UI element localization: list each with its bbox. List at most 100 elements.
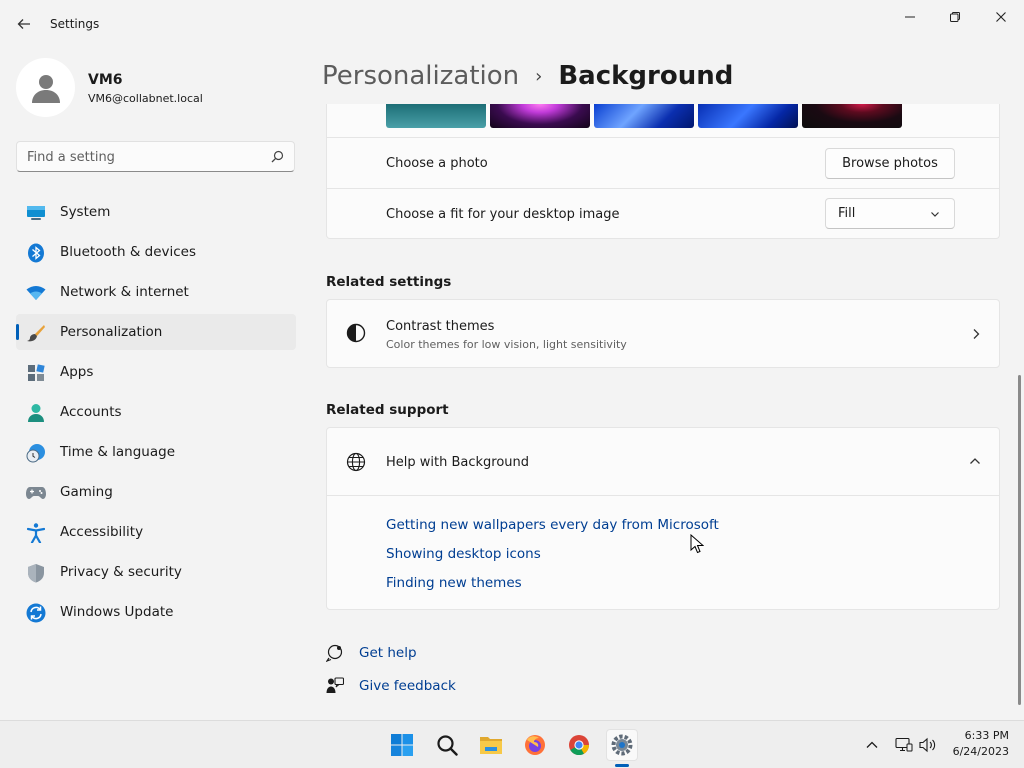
volume-tray-button[interactable] bbox=[918, 735, 938, 755]
show-hidden-icons-button[interactable] bbox=[862, 735, 882, 755]
recent-image-thumbnail[interactable] bbox=[490, 104, 590, 128]
speaker-icon bbox=[919, 737, 936, 753]
recent-image-thumbnail[interactable] bbox=[698, 104, 798, 128]
person-avatar-icon bbox=[31, 74, 60, 103]
related-support-heading: Related support bbox=[326, 402, 449, 418]
feedback-icon bbox=[326, 677, 344, 693]
taskbar-clock[interactable]: 6:33 PM 6/24/2023 bbox=[945, 728, 1009, 760]
help-with-background-header[interactable]: Help with Background bbox=[327, 428, 999, 495]
chrome-button[interactable] bbox=[563, 729, 595, 761]
file-explorer-icon bbox=[480, 737, 502, 754]
sidebar-item-accounts[interactable]: Accounts bbox=[16, 394, 296, 430]
choose-photo-label: Choose a photo bbox=[386, 156, 488, 171]
sidebar-item-label: Apps bbox=[60, 364, 94, 380]
minimize-icon bbox=[905, 16, 915, 18]
help-link-themes[interactable]: Finding new themes bbox=[386, 575, 522, 591]
help-link-desktop-icons[interactable]: Showing desktop icons bbox=[386, 546, 541, 562]
background-settings-card: Choose a photo Browse photos Choose a fi… bbox=[326, 104, 1000, 239]
sidebar-item-network[interactable]: Network & internet bbox=[16, 274, 296, 310]
help-link-wallpapers[interactable]: Getting new wallpapers every day from Mi… bbox=[386, 517, 719, 533]
chevron-up-icon bbox=[866, 741, 878, 748]
mouse-cursor-icon bbox=[690, 534, 704, 554]
get-help-link[interactable]: Get help bbox=[359, 645, 417, 661]
firefox-icon bbox=[525, 735, 545, 755]
sidebar-item-gaming[interactable]: Gaming bbox=[16, 474, 296, 510]
update-icon bbox=[26, 603, 46, 623]
taskbar: 6:33 PM 6/24/2023 bbox=[0, 720, 1024, 768]
get-help-icon bbox=[326, 644, 343, 662]
start-button[interactable] bbox=[386, 729, 418, 761]
give-feedback-link[interactable]: Give feedback bbox=[359, 678, 456, 694]
sidebar-item-label: Bluetooth & devices bbox=[60, 244, 197, 260]
back-button[interactable] bbox=[12, 12, 36, 36]
fit-label: Choose a fit for your desktop image bbox=[386, 207, 620, 222]
title-bar: Settings bbox=[0, 0, 1024, 48]
sidebar-item-label: Windows Update bbox=[60, 604, 174, 620]
settings-icon bbox=[611, 734, 633, 756]
active-app-indicator bbox=[615, 764, 629, 767]
close-button[interactable] bbox=[978, 6, 1024, 28]
sidebar-item-bluetooth[interactable]: Bluetooth & devices bbox=[16, 234, 296, 270]
recent-image-thumbnail[interactable] bbox=[594, 104, 694, 128]
browse-photos-button[interactable]: Browse photos bbox=[825, 148, 955, 179]
sidebar-item-label: Accounts bbox=[60, 404, 122, 420]
sidebar-item-system[interactable]: System bbox=[16, 194, 296, 230]
page-title: Background bbox=[558, 61, 734, 91]
sidebar-item-windows-update[interactable]: Windows Update bbox=[16, 594, 296, 630]
contrast-themes-row[interactable]: Contrast themes Color themes for low vis… bbox=[326, 299, 1000, 368]
network-tray-button[interactable] bbox=[894, 735, 914, 755]
sidebar-item-accessibility[interactable]: Accessibility bbox=[16, 514, 296, 550]
breadcrumb-separator: › bbox=[535, 65, 543, 87]
chevron-down-icon bbox=[931, 212, 939, 217]
user-profile[interactable]: VM6 VM6@collabnet.local bbox=[16, 58, 296, 118]
paintbrush-icon bbox=[26, 323, 46, 343]
firefox-button[interactable] bbox=[519, 729, 551, 761]
app-title: Settings bbox=[50, 17, 100, 31]
breadcrumb-parent[interactable]: Personalization bbox=[322, 61, 519, 91]
shield-icon bbox=[26, 563, 46, 583]
user-email: VM6@collabnet.local bbox=[88, 92, 203, 105]
chevron-right-icon bbox=[973, 329, 980, 339]
accessibility-icon bbox=[26, 523, 46, 543]
contrast-themes-subtitle: Color themes for low vision, light sensi… bbox=[386, 338, 627, 351]
chevron-up-icon bbox=[970, 458, 980, 464]
windows-start-icon bbox=[391, 734, 413, 756]
minimize-button[interactable] bbox=[887, 6, 933, 28]
sidebar-item-privacy-security[interactable]: Privacy & security bbox=[16, 554, 296, 590]
scrollbar[interactable] bbox=[1018, 375, 1021, 705]
person-icon bbox=[26, 403, 46, 423]
recent-image-thumbnail[interactable] bbox=[802, 104, 902, 128]
divider bbox=[327, 137, 999, 138]
search-box[interactable] bbox=[16, 141, 295, 172]
divider bbox=[327, 495, 999, 496]
settings-taskbar-button[interactable] bbox=[606, 729, 638, 761]
sidebar-item-time-language[interactable]: Time & language bbox=[16, 434, 296, 470]
sidebar-item-label: Network & internet bbox=[60, 284, 189, 300]
fit-value: Fill bbox=[838, 206, 856, 221]
globe-clock-icon bbox=[26, 443, 46, 463]
help-with-background-title: Help with Background bbox=[386, 455, 530, 470]
search-icon bbox=[437, 735, 458, 756]
bluetooth-icon bbox=[26, 243, 46, 263]
sidebar-item-label: System bbox=[60, 204, 111, 220]
sidebar-item-label: Privacy & security bbox=[60, 564, 182, 580]
fit-dropdown[interactable]: Fill bbox=[825, 198, 955, 229]
contrast-themes-title: Contrast themes bbox=[386, 319, 495, 334]
clock-time: 6:33 PM bbox=[964, 729, 1009, 742]
restore-button[interactable] bbox=[932, 6, 978, 28]
recent-image-thumbnail[interactable] bbox=[386, 104, 486, 128]
sidebar-item-apps[interactable]: Apps bbox=[16, 354, 296, 390]
chrome-icon bbox=[569, 735, 590, 756]
close-icon bbox=[996, 12, 1006, 22]
taskbar-search-button[interactable] bbox=[431, 729, 463, 761]
sidebar-item-label: Personalization bbox=[60, 324, 163, 340]
divider bbox=[327, 188, 999, 189]
help-with-background-card: Help with Background Getting new wallpap… bbox=[326, 427, 1000, 610]
sidebar-item-personalization[interactable]: Personalization bbox=[16, 314, 296, 350]
file-explorer-button[interactable] bbox=[475, 729, 507, 761]
sidebar-item-label: Accessibility bbox=[60, 524, 144, 540]
sidebar-item-label: Gaming bbox=[60, 484, 113, 500]
breadcrumb: Personalization › Background bbox=[322, 58, 733, 94]
search-input[interactable] bbox=[27, 148, 267, 166]
monitor-icon bbox=[26, 203, 46, 223]
